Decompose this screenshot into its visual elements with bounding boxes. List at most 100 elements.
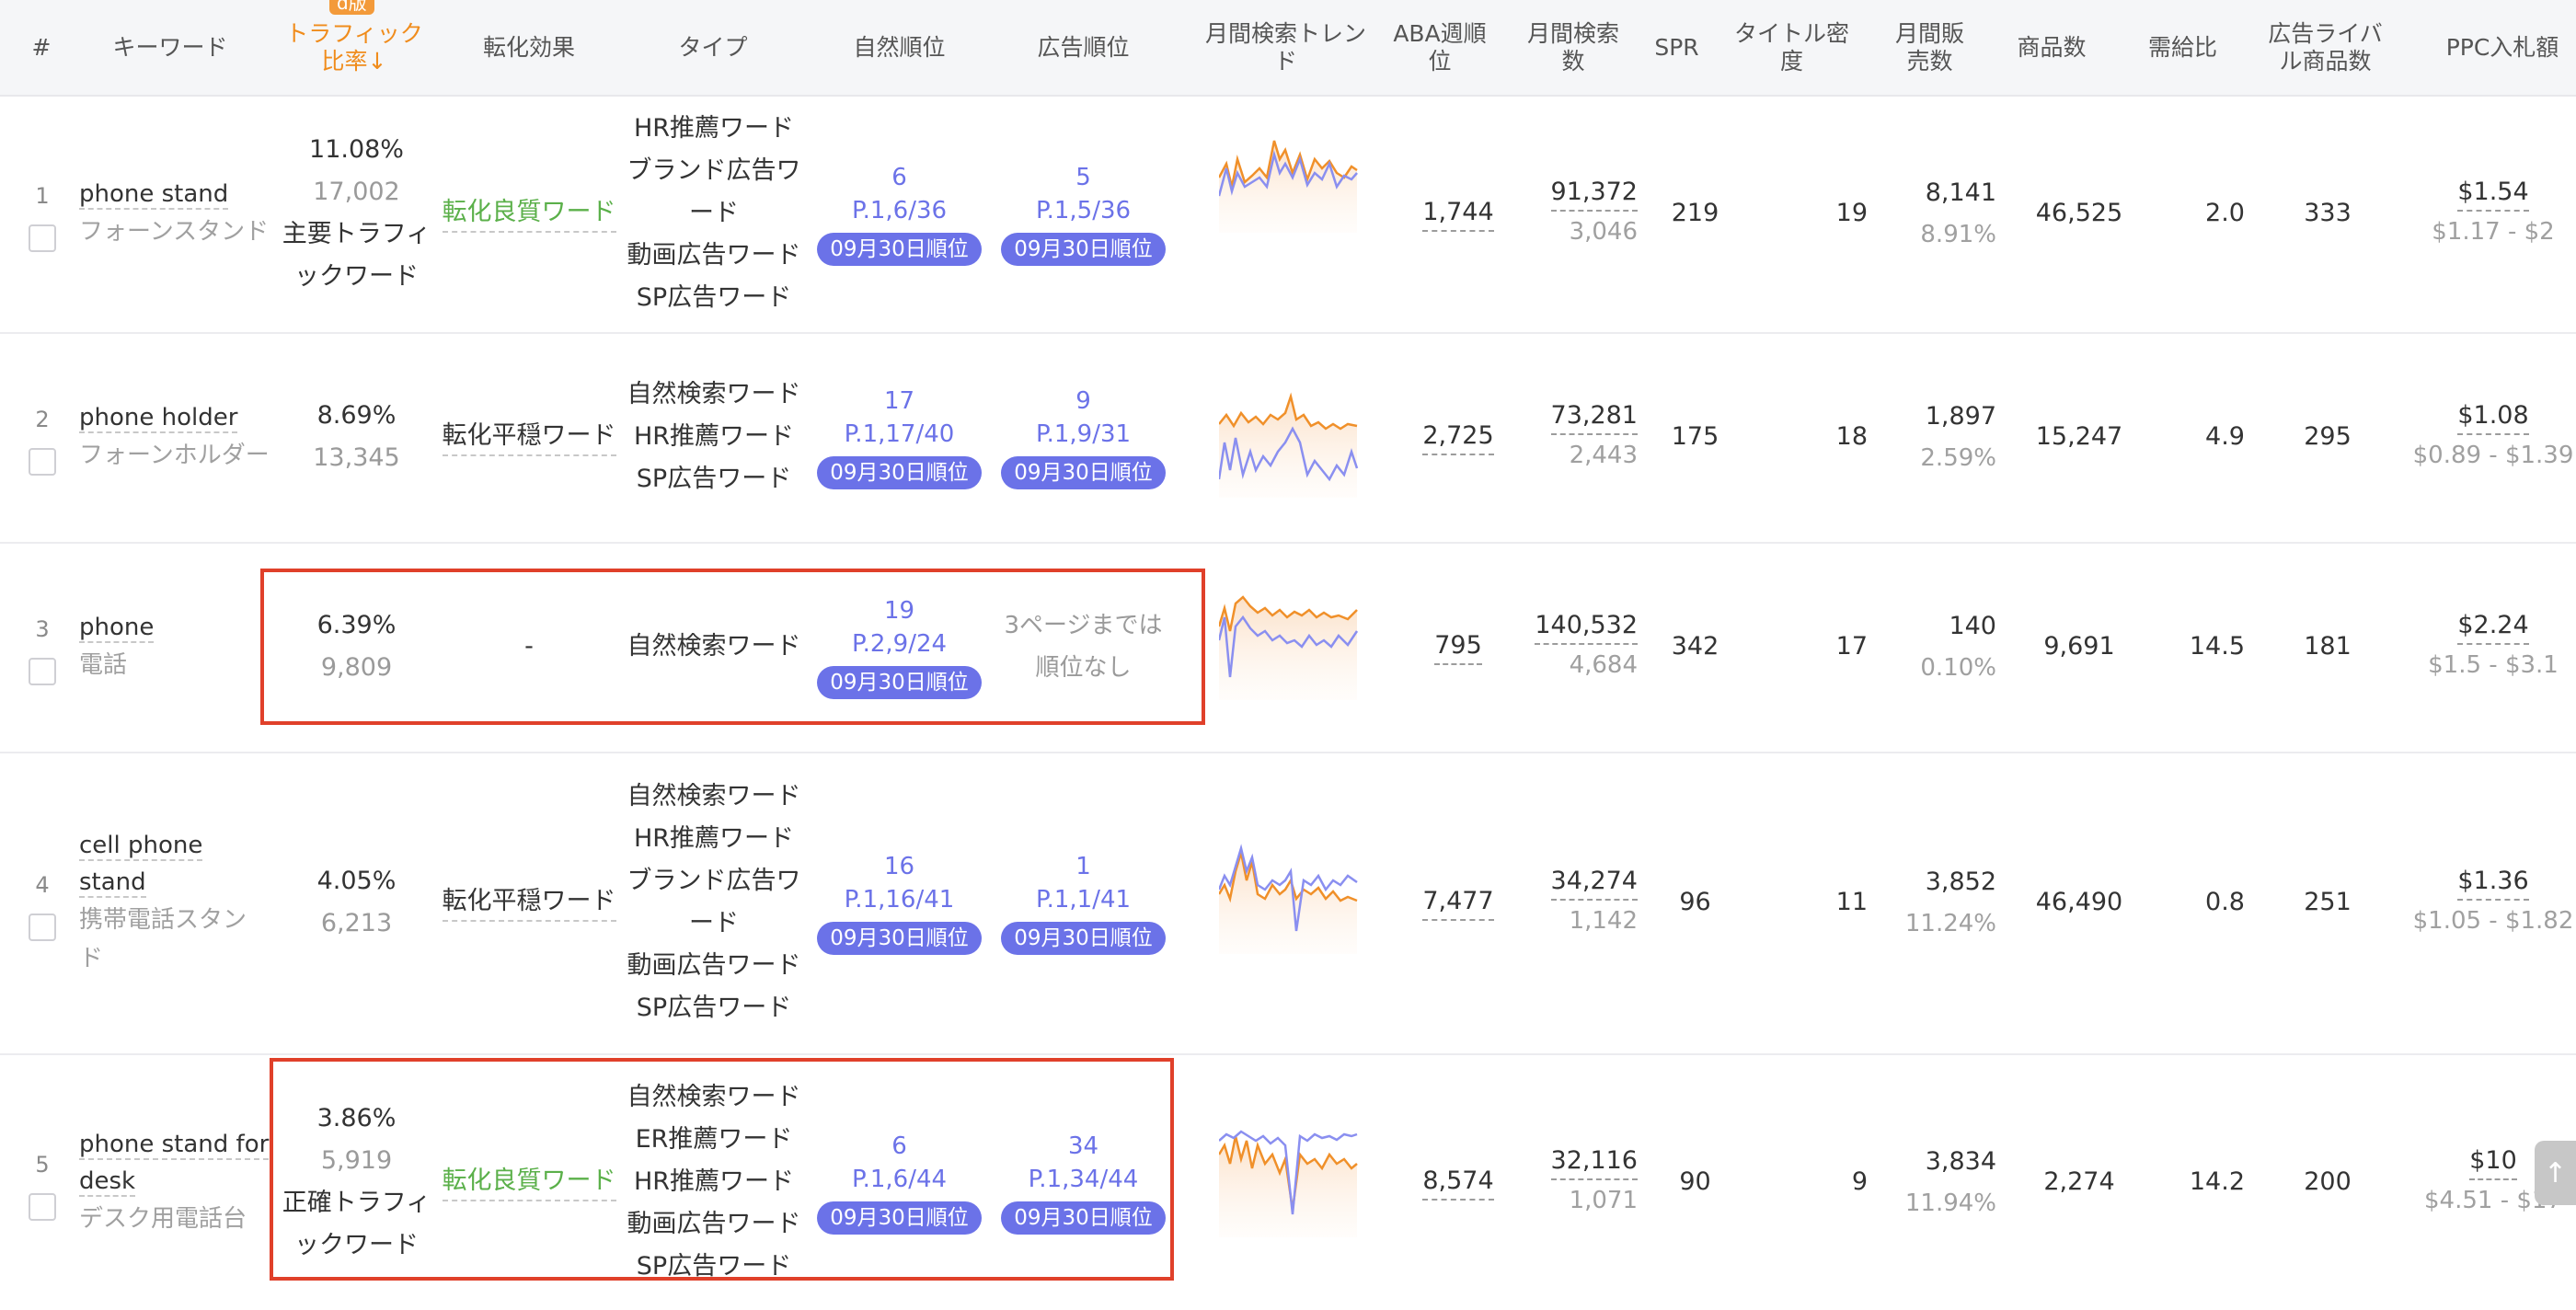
- type-label: HR推薦ワード: [633, 824, 795, 853]
- keyword-link[interactable]: cell phone stand: [79, 832, 203, 898]
- header-spr[interactable]: SPR: [1647, 0, 1707, 95]
- ppc-bid[interactable]: $1.08: [2457, 398, 2529, 435]
- natural-rank[interactable]: 16: [884, 850, 914, 883]
- rank-date-badge[interactable]: 09月30日順位: [1001, 922, 1166, 955]
- product-count: 46,525: [2035, 199, 2123, 227]
- conversion-rate: 2.59%: [1920, 444, 1996, 472]
- traffic-percent: 8.69%: [316, 401, 397, 430]
- daily-search: 3,046: [1569, 218, 1638, 246]
- spr-value: 90: [1679, 1166, 1711, 1196]
- scroll-top-button[interactable]: ↑: [2535, 1141, 2576, 1205]
- keyword-link[interactable]: phone stand for desk: [79, 1130, 270, 1197]
- header-traffic-ratio[interactable]: d版 トラフィック比率↓: [276, 0, 432, 95]
- aba-rank[interactable]: 1,744: [1422, 195, 1494, 232]
- ad-rank[interactable]: 5: [1075, 161, 1091, 194]
- header-ad-rivals[interactable]: 広告ライバル商品数: [2259, 0, 2392, 95]
- title-density: 17: [1835, 632, 1868, 661]
- trend-sparkline[interactable]: [1219, 590, 1359, 700]
- header-natural-rank[interactable]: 自然順位: [810, 0, 989, 95]
- header-monthly-search[interactable]: 月間検索数: [1523, 0, 1624, 95]
- aba-rank[interactable]: 7,477: [1422, 884, 1494, 921]
- keyword-link[interactable]: phone stand: [79, 180, 229, 210]
- trend-sparkline[interactable]: [1219, 122, 1359, 233]
- monthly-search[interactable]: 34,274: [1550, 864, 1638, 901]
- version-badge: d版: [329, 0, 374, 15]
- monthly-search[interactable]: 91,372: [1550, 175, 1638, 212]
- natural-rank[interactable]: 17: [884, 385, 914, 418]
- header-supply-ratio[interactable]: 需給比: [2139, 0, 2226, 95]
- spr-value: 175: [1671, 422, 1719, 451]
- header-aba[interactable]: ABA週順位: [1389, 0, 1490, 95]
- aba-rank[interactable]: 8,574: [1422, 1164, 1494, 1201]
- daily-search: 2,443: [1569, 442, 1638, 469]
- rank-date-badge[interactable]: 09月30日順位: [1001, 233, 1166, 266]
- ad-rank[interactable]: 1: [1075, 850, 1091, 883]
- keyword-translation: 電話: [79, 651, 128, 679]
- row-checkbox[interactable]: [29, 448, 56, 476]
- trend-sparkline[interactable]: [1219, 844, 1359, 954]
- header-ppc[interactable]: PPC入札額: [2429, 0, 2576, 95]
- natural-rank-page: P.1,6/36: [851, 197, 948, 224]
- conversion-label[interactable]: 転化平穏ワード: [442, 418, 616, 456]
- monthly-sales: 3,852: [1925, 868, 1996, 896]
- aba-rank[interactable]: 2,725: [1422, 419, 1494, 455]
- trend-sparkline[interactable]: [1219, 1127, 1359, 1237]
- type-label: SP広告ワード: [636, 465, 792, 493]
- keyword-link[interactable]: phone: [79, 614, 155, 643]
- row-checkbox[interactable]: [29, 1192, 56, 1221]
- ppc-bid[interactable]: $1.54: [2457, 175, 2529, 212]
- monthly-search[interactable]: 32,116: [1550, 1143, 1638, 1180]
- table-row: 4 cell phone stand 携帯電話スタンド 4.05% 6,213 …: [0, 752, 2576, 1055]
- header-type: タイプ: [678, 33, 748, 61]
- trend-sparkline[interactable]: [1219, 387, 1359, 498]
- rank-date-badge[interactable]: 09月30日順位: [817, 456, 982, 489]
- row-checkbox[interactable]: [29, 914, 56, 941]
- type-label: ブランド広告ワード: [627, 867, 801, 937]
- spr-value: 96: [1679, 888, 1711, 916]
- conversion-label[interactable]: 転化良質ワード: [442, 194, 616, 233]
- natural-rank-page: P.1,16/41: [844, 886, 955, 914]
- daily-search: 1,142: [1569, 907, 1638, 935]
- product-count: 9,691: [2043, 632, 2115, 661]
- natural-rank[interactable]: 6: [891, 161, 907, 194]
- title-density: 18: [1835, 422, 1868, 451]
- header-index: #: [31, 33, 52, 61]
- monthly-sales: 140: [1949, 612, 1996, 640]
- row-checkbox[interactable]: [29, 224, 56, 252]
- monthly-search[interactable]: 73,281: [1550, 398, 1638, 435]
- monthly-search[interactable]: 140,532: [1535, 608, 1638, 645]
- type-label: SP広告ワード: [636, 994, 792, 1022]
- rank-date-badge[interactable]: 09月30日順位: [817, 233, 982, 266]
- table-row: 2 phone holder フォーンホルダー 8.69% 13,345 転化平…: [0, 332, 2576, 544]
- arrow-up-icon: ↑: [2543, 1156, 2568, 1189]
- conversion-label[interactable]: 転化平穏ワード: [442, 883, 616, 922]
- rank-date-badge[interactable]: 09月30日順位: [1001, 456, 1166, 489]
- ppc-bid[interactable]: $2.24: [2457, 608, 2529, 645]
- header-products[interactable]: 商品数: [2010, 0, 2093, 95]
- ppc-bid[interactable]: $10: [2469, 1143, 2517, 1180]
- header-ad-rank[interactable]: 広告順位: [994, 0, 1173, 95]
- daily-search: 1,071: [1569, 1186, 1638, 1214]
- type-label: 自然検索ワード: [627, 380, 801, 408]
- rank-date-badge[interactable]: 09月30日順位: [817, 922, 982, 955]
- supply-demand-ratio: 4.9: [2205, 422, 2245, 451]
- keyword-translation: デスク用電話台: [79, 1204, 247, 1233]
- row-index: 1: [35, 183, 50, 209]
- ad-rival-count: 295: [2304, 422, 2352, 451]
- ad-rival-count: 251: [2304, 888, 2352, 916]
- conversion-rate: 11.24%: [1904, 910, 1996, 937]
- keyword-link[interactable]: phone holder: [79, 404, 238, 433]
- header-monthly-sales[interactable]: 月間販売数: [1886, 0, 1973, 95]
- keyword-translation: 携帯電話スタンド: [79, 906, 247, 972]
- type-label: SP広告ワード: [636, 283, 792, 312]
- row-checkbox[interactable]: [29, 658, 56, 685]
- row-index: 5: [35, 1151, 50, 1178]
- conversion-rate: 8.91%: [1920, 221, 1996, 248]
- header-conversion: 転化効果: [482, 33, 575, 61]
- aba-rank[interactable]: 795: [1434, 628, 1482, 665]
- header-keyword[interactable]: キーワード: [78, 0, 262, 95]
- ppc-bid[interactable]: $1.36: [2457, 864, 2529, 901]
- header-title-density[interactable]: タイトル密度: [1734, 0, 1849, 95]
- ad-rank[interactable]: 9: [1075, 385, 1091, 418]
- spr-value: 342: [1671, 632, 1719, 661]
